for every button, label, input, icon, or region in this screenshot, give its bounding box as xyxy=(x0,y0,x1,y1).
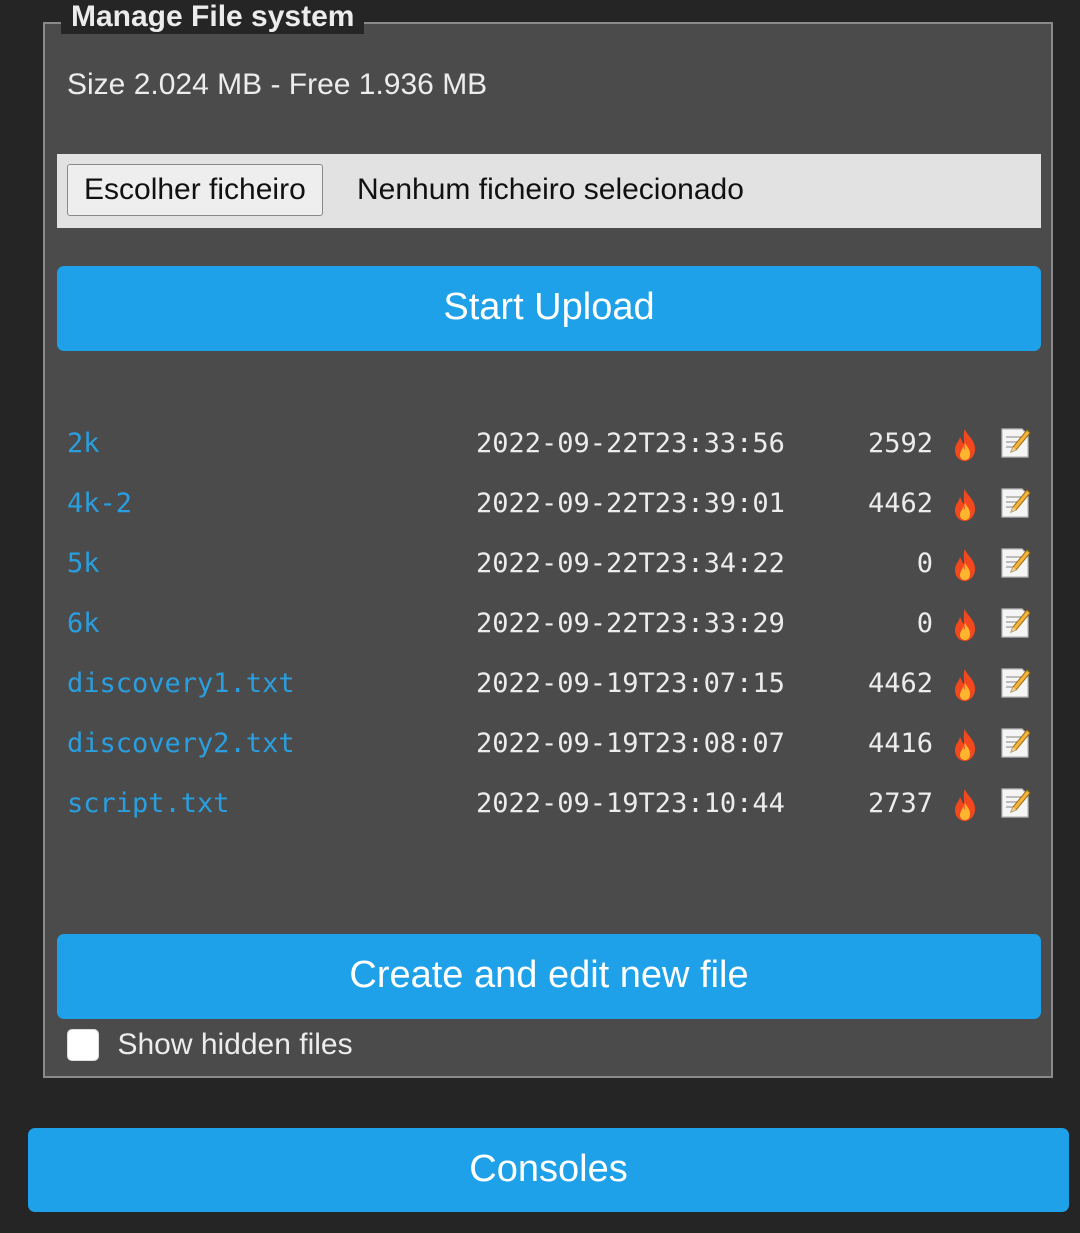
memo-icon[interactable] xyxy=(999,546,1031,580)
file-name-link[interactable]: discovery2.txt xyxy=(67,714,295,774)
file-size: 4462 xyxy=(867,488,933,519)
file-name-link[interactable]: 5k xyxy=(67,534,100,594)
fire-icon[interactable] xyxy=(949,668,981,702)
table-row: script.txt 2022-09-19T23:10:44 2737 xyxy=(45,774,1051,834)
show-hidden-label: Show hidden files xyxy=(117,1028,353,1061)
file-size: 0 xyxy=(916,548,933,579)
file-size: 2592 xyxy=(867,428,933,459)
file-size: 2737 xyxy=(867,788,933,819)
table-row: discovery2.txt 2022-09-19T23:08:07 4416 xyxy=(45,714,1051,774)
memo-icon[interactable] xyxy=(999,666,1031,700)
fire-icon[interactable] xyxy=(949,488,981,522)
show-hidden-checkbox[interactable] xyxy=(67,1029,99,1061)
memo-icon[interactable] xyxy=(999,426,1031,460)
choose-file-button[interactable]: Escolher ficheiro xyxy=(67,164,323,216)
consoles-button[interactable]: Consoles xyxy=(28,1128,1069,1212)
file-name-link[interactable]: 6k xyxy=(67,594,100,654)
table-row: discovery1.txt 2022-09-19T23:07:15 4462 xyxy=(45,654,1051,714)
table-row: 5k 2022-09-22T23:34:22 0 xyxy=(45,534,1051,594)
file-name-link[interactable]: discovery1.txt xyxy=(67,654,295,714)
file-system-panel: Manage File system Size 2.024 MB - Free … xyxy=(43,0,1053,1078)
file-name-link[interactable]: 2k xyxy=(67,414,100,474)
fire-icon[interactable] xyxy=(949,728,981,762)
show-hidden-toggle[interactable]: Show hidden files xyxy=(67,1028,353,1066)
file-date: 2022-09-22T23:34:22 xyxy=(476,548,785,579)
file-date: 2022-09-22T23:33:56 xyxy=(476,428,785,459)
fire-icon[interactable] xyxy=(949,608,981,642)
table-row: 2k 2022-09-22T23:33:56 2592 xyxy=(45,414,1051,474)
table-row: 6k 2022-09-22T23:33:29 0 xyxy=(45,594,1051,654)
memo-icon[interactable] xyxy=(999,486,1031,520)
table-row: 4k-2 2022-09-22T23:39:01 4462 xyxy=(45,474,1051,534)
file-size: 4416 xyxy=(867,728,933,759)
file-date: 2022-09-22T23:39:01 xyxy=(476,488,785,519)
memo-icon[interactable] xyxy=(999,786,1031,820)
file-size: 4462 xyxy=(867,668,933,699)
file-name-link[interactable]: script.txt xyxy=(67,774,230,834)
storage-size-text: Size 2.024 MB - Free 1.936 MB xyxy=(67,68,488,101)
file-name-link[interactable]: 4k-2 xyxy=(67,474,132,534)
memo-icon[interactable] xyxy=(999,726,1031,760)
file-date: 2022-09-22T23:33:29 xyxy=(476,608,785,639)
file-chooser-status: Nenhum ficheiro selecionado xyxy=(357,173,744,206)
file-date: 2022-09-19T23:08:07 xyxy=(476,728,785,759)
file-size: 0 xyxy=(916,608,933,639)
fire-icon[interactable] xyxy=(949,548,981,582)
file-chooser[interactable]: Escolher ficheiro Nenhum ficheiro seleci… xyxy=(57,154,1041,228)
file-date: 2022-09-19T23:07:15 xyxy=(476,668,785,699)
panel-title: Manage File system xyxy=(61,0,365,34)
file-date: 2022-09-19T23:10:44 xyxy=(476,788,785,819)
file-list: 2k 2022-09-22T23:33:56 2592 4k-2 2022-09… xyxy=(45,414,1051,834)
memo-icon[interactable] xyxy=(999,606,1031,640)
create-new-file-button[interactable]: Create and edit new file xyxy=(57,934,1041,1019)
fire-icon[interactable] xyxy=(949,428,981,462)
start-upload-button[interactable]: Start Upload xyxy=(57,266,1041,351)
fire-icon[interactable] xyxy=(949,788,981,822)
